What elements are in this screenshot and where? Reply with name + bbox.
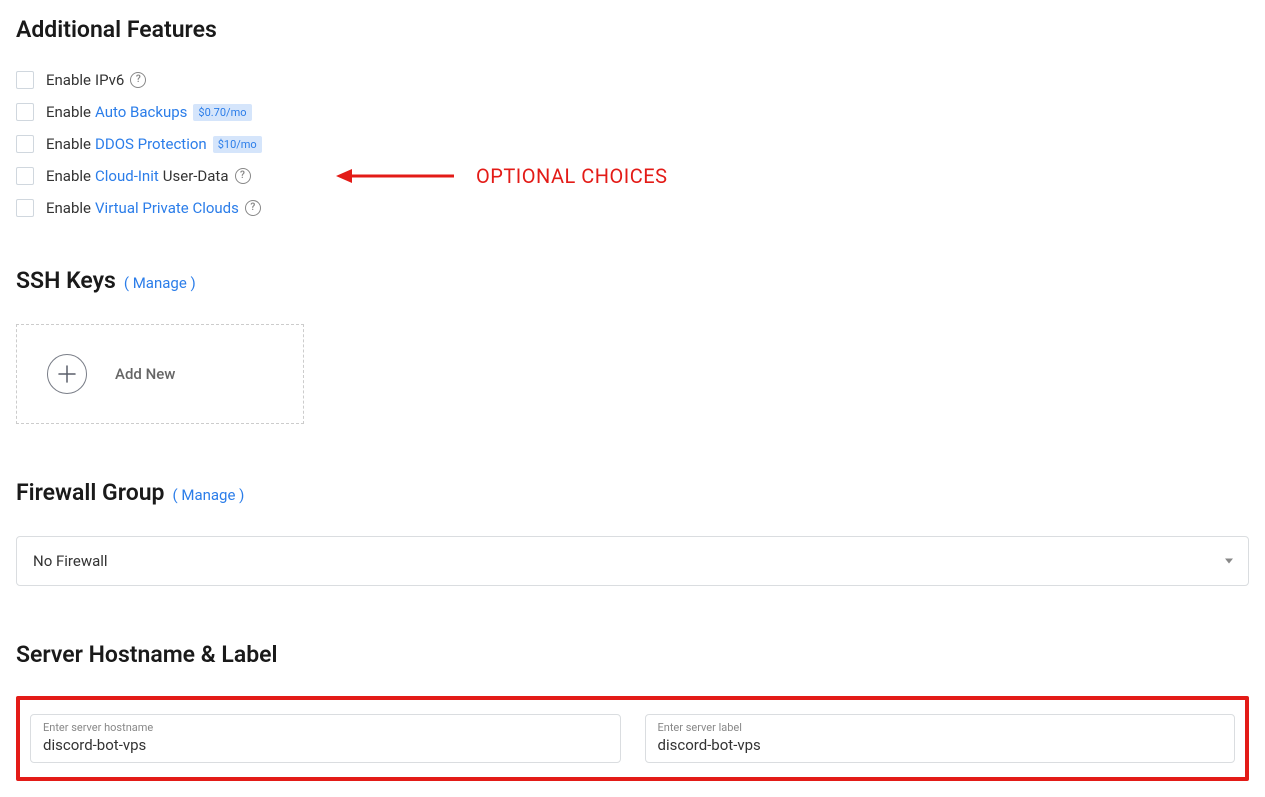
hostname-highlight-box: Enter server hostname Enter server label <box>16 696 1249 781</box>
auto-backups-checkbox[interactable] <box>16 103 34 121</box>
feature-label: Enable Cloud-Init User-Data ? <box>46 167 251 185</box>
feature-label: Enable Virtual Private Clouds ? <box>46 199 261 217</box>
ssh-keys-heading: SSH Keys <box>16 267 116 294</box>
feature-label: Enable DDOS Protection $10/mo <box>46 135 262 153</box>
ssh-keys-heading-row: SSH Keys ( Manage ) <box>16 267 1249 294</box>
feature-prefix: Enable <box>46 199 91 217</box>
chevron-down-icon <box>1225 559 1233 564</box>
feature-prefix: Enable <box>46 71 91 89</box>
price-badge: $0.70/mo <box>193 104 251 121</box>
firewall-heading: Firewall Group <box>16 479 165 506</box>
feature-label: Enable Auto Backups $0.70/mo <box>46 103 252 121</box>
firewall-selected-label: No Firewall <box>33 552 108 570</box>
firewall-select-wrap: No Firewall <box>16 536 1249 586</box>
auto-backups-link[interactable]: Auto Backups <box>95 103 187 121</box>
feature-ipv6: Enable IPv6 ? <box>16 71 1249 89</box>
vpc-link[interactable]: Virtual Private Clouds <box>95 199 239 217</box>
help-icon[interactable]: ? <box>130 72 146 88</box>
feature-suffix: User-Data <box>163 167 229 185</box>
plus-icon <box>47 354 87 394</box>
vpc-checkbox[interactable] <box>16 199 34 217</box>
cloud-init-link[interactable]: Cloud-Init <box>95 167 159 185</box>
firewall-heading-row: Firewall Group ( Manage ) <box>16 479 1249 506</box>
firewall-manage-link[interactable]: ( Manage ) <box>173 486 245 504</box>
hostname-heading: Server Hostname & Label <box>16 641 1249 668</box>
feature-suffix: IPv6 <box>95 71 124 89</box>
help-icon[interactable]: ? <box>245 200 261 216</box>
feature-ddos: Enable DDOS Protection $10/mo <box>16 135 1249 153</box>
feature-prefix: Enable <box>46 103 91 121</box>
feature-label: Enable IPv6 ? <box>46 71 146 89</box>
feature-vpc: Enable Virtual Private Clouds ? <box>16 199 1249 217</box>
hostname-field[interactable]: Enter server hostname <box>30 714 621 763</box>
ddos-link[interactable]: DDOS Protection <box>95 135 207 153</box>
feature-auto-backups: Enable Auto Backups $0.70/mo <box>16 103 1249 121</box>
feature-prefix: Enable <box>46 135 91 153</box>
firewall-select[interactable]: No Firewall <box>16 536 1249 586</box>
label-input-label: Enter server label <box>658 721 1223 734</box>
label-field[interactable]: Enter server label <box>645 714 1236 763</box>
feature-cloud-init: Enable Cloud-Init User-Data ? <box>16 167 1249 185</box>
features-list: Enable IPv6 ? Enable Auto Backups $0.70/… <box>16 71 1249 217</box>
cloud-init-checkbox[interactable] <box>16 167 34 185</box>
ddos-checkbox[interactable] <box>16 135 34 153</box>
price-badge: $10/mo <box>213 136 262 153</box>
label-input[interactable] <box>658 736 1223 754</box>
ssh-manage-link[interactable]: ( Manage ) <box>124 274 196 292</box>
add-new-label: Add New <box>115 365 175 383</box>
ipv6-checkbox[interactable] <box>16 71 34 89</box>
hostname-input[interactable] <box>43 736 608 754</box>
feature-prefix: Enable <box>46 167 91 185</box>
additional-features-heading: Additional Features <box>16 16 1249 43</box>
hostname-input-label: Enter server hostname <box>43 721 608 734</box>
add-ssh-key-button[interactable]: Add New <box>16 324 304 424</box>
help-icon[interactable]: ? <box>235 168 251 184</box>
